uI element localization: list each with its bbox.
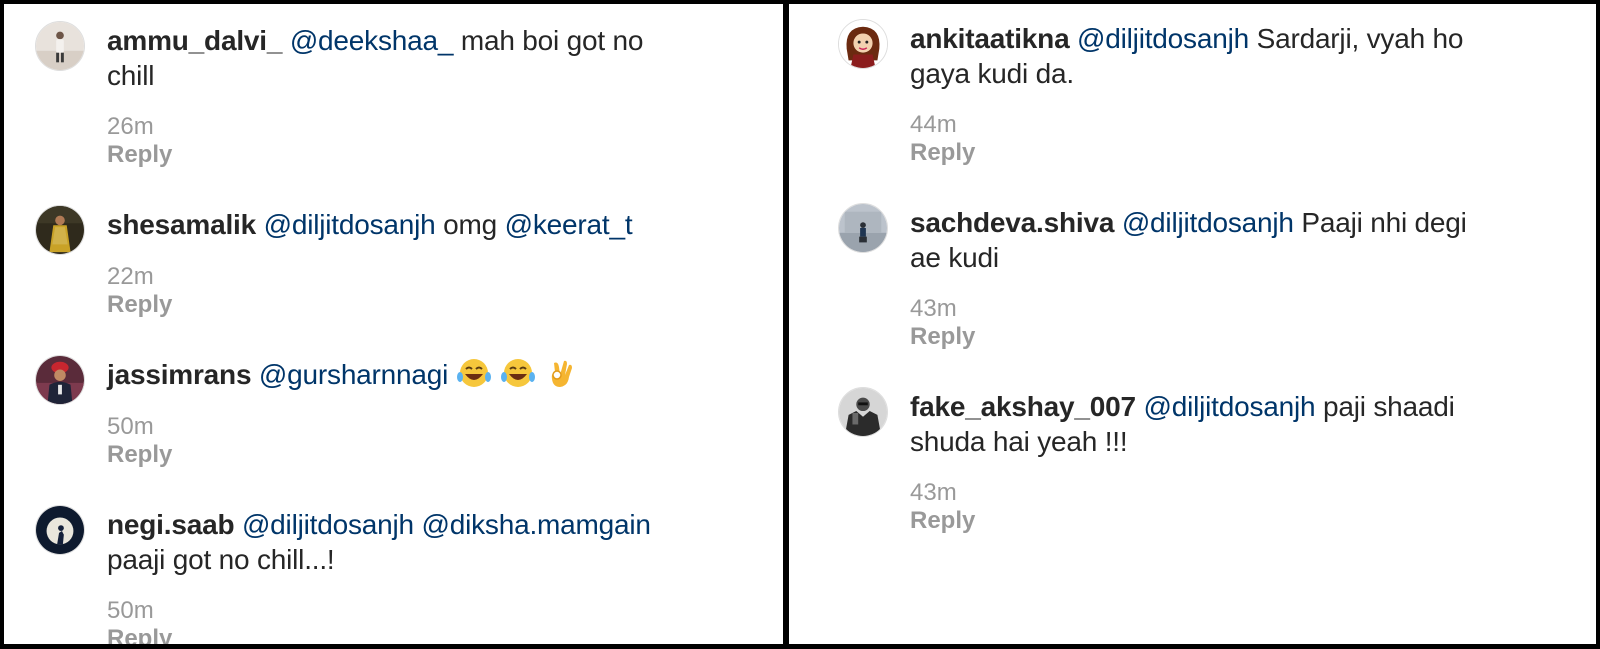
avatar-moon-silhouette-icon[interactable] [35,505,85,555]
comments-panel-left: ammu_dalvi_ @deekshaa_ mah boi got no ch… [4,4,783,644]
comments-panel-right: ankitaatikna @diljitdosanjh Sardarji, vy… [789,4,1596,644]
comment-username[interactable]: shesamalik [107,209,256,240]
comment-text: shesamalik @diljitdosanjh omg @keerat_t [107,207,767,242]
reply-button[interactable]: Reply [107,625,172,644]
comment-timestamp: 43m [910,479,957,506]
comment-username[interactable]: jassimrans [107,359,252,390]
avatar-person-sitting-icon[interactable] [838,203,888,253]
comment-mention[interactable]: @gursharnnagi [259,359,448,390]
comment-timestamp: 26m [107,113,154,140]
comment-mention[interactable]: @keerat_t [505,209,633,240]
comment-timestamp: 50m [107,413,154,440]
comment-meta: 50mReply [107,413,199,469]
comment-username[interactable]: fake_akshay_007 [910,391,1136,422]
reply-button[interactable]: Reply [107,441,172,468]
comment-body: omg [443,209,498,240]
reply-button[interactable]: Reply [910,323,975,350]
comment-meta: 50mReply [107,597,199,644]
tears-of-joy-emoji-icon [500,357,536,389]
comment-body-line2: chill [107,60,155,91]
comment-timestamp: 22m [107,263,154,290]
comment-timestamp: 44m [910,111,957,138]
comment-meta: 44mReply [910,111,1002,167]
comment-mention[interactable]: @deekshaa_ [290,25,454,56]
avatar-cartoon-girl-icon[interactable] [838,19,888,69]
comment-text: ankitaatikna @diljitdosanjh Sardarji, vy… [910,21,1590,91]
reply-button[interactable]: Reply [910,139,975,166]
comment-timestamp: 50m [107,597,154,624]
comment-mention[interactable]: @diljitdosanjh [1122,207,1294,238]
comment-username[interactable]: ankitaatikna [910,23,1070,54]
comment-text: sachdeva.shiva @diljitdosanjh Paaji nhi … [910,205,1590,275]
avatar-man-bw-icon[interactable] [838,387,888,437]
comment-meta: 43mReply [910,295,1002,351]
reply-button[interactable]: Reply [107,141,172,168]
comment-meta: 26mReply [107,113,199,169]
comment-body-line2: ae kudi [910,242,999,273]
comment-mention[interactable]: @diljitdosanjh [1077,23,1249,54]
comment-username[interactable]: negi.saab [107,509,235,540]
comment-meta: 43mReply [910,479,1002,535]
comment-timestamp: 43m [910,295,957,322]
comment-body-line2: shuda hai yeah !!! [910,426,1128,457]
comment-username[interactable]: ammu_dalvi_ [107,25,282,56]
reply-button[interactable]: Reply [107,291,172,318]
comment-body: mah boi got no [460,25,644,56]
comment-body-line2: gaya kudi da. [910,58,1074,89]
comment-text: negi.saab @diljitdosanjh @diksha.mamgain… [107,507,783,577]
comment-mention[interactable]: @diksha.mamgain [422,509,652,540]
comment-body: Sardarji, vyah ho [1256,23,1464,54]
tears-of-joy-emoji-icon [456,357,492,389]
comment-text: fake_akshay_007 @diljitdosanjh paji shaa… [910,389,1590,459]
comment-body: Paaji nhi degi [1301,207,1467,238]
comment-mention[interactable]: @diljitdosanjh [1143,391,1315,422]
comment-meta: 22mReply [107,263,199,319]
avatar-man-turban-icon[interactable] [35,355,85,405]
comment-body: paji shaadi [1323,391,1455,422]
comment-username[interactable]: sachdeva.shiva [910,207,1114,238]
comment-text: ammu_dalvi_ @deekshaa_ mah boi got no ch… [107,23,767,93]
avatar-woman-dress-icon[interactable] [35,205,85,255]
comment-mention[interactable]: @diljitdosanjh [242,509,414,540]
ok-hand-emoji-icon [544,357,580,389]
comment-text: jassimrans @gursharnnagi [107,357,767,392]
comment-body-line2: paaji got no chill...! [107,544,335,575]
avatar-person-standing-icon[interactable] [35,21,85,71]
comment-mention[interactable]: @diljitdosanjh [264,209,436,240]
screenshot-frame: ammu_dalvi_ @deekshaa_ mah boi got no ch… [0,0,1600,649]
reply-button[interactable]: Reply [910,507,975,534]
